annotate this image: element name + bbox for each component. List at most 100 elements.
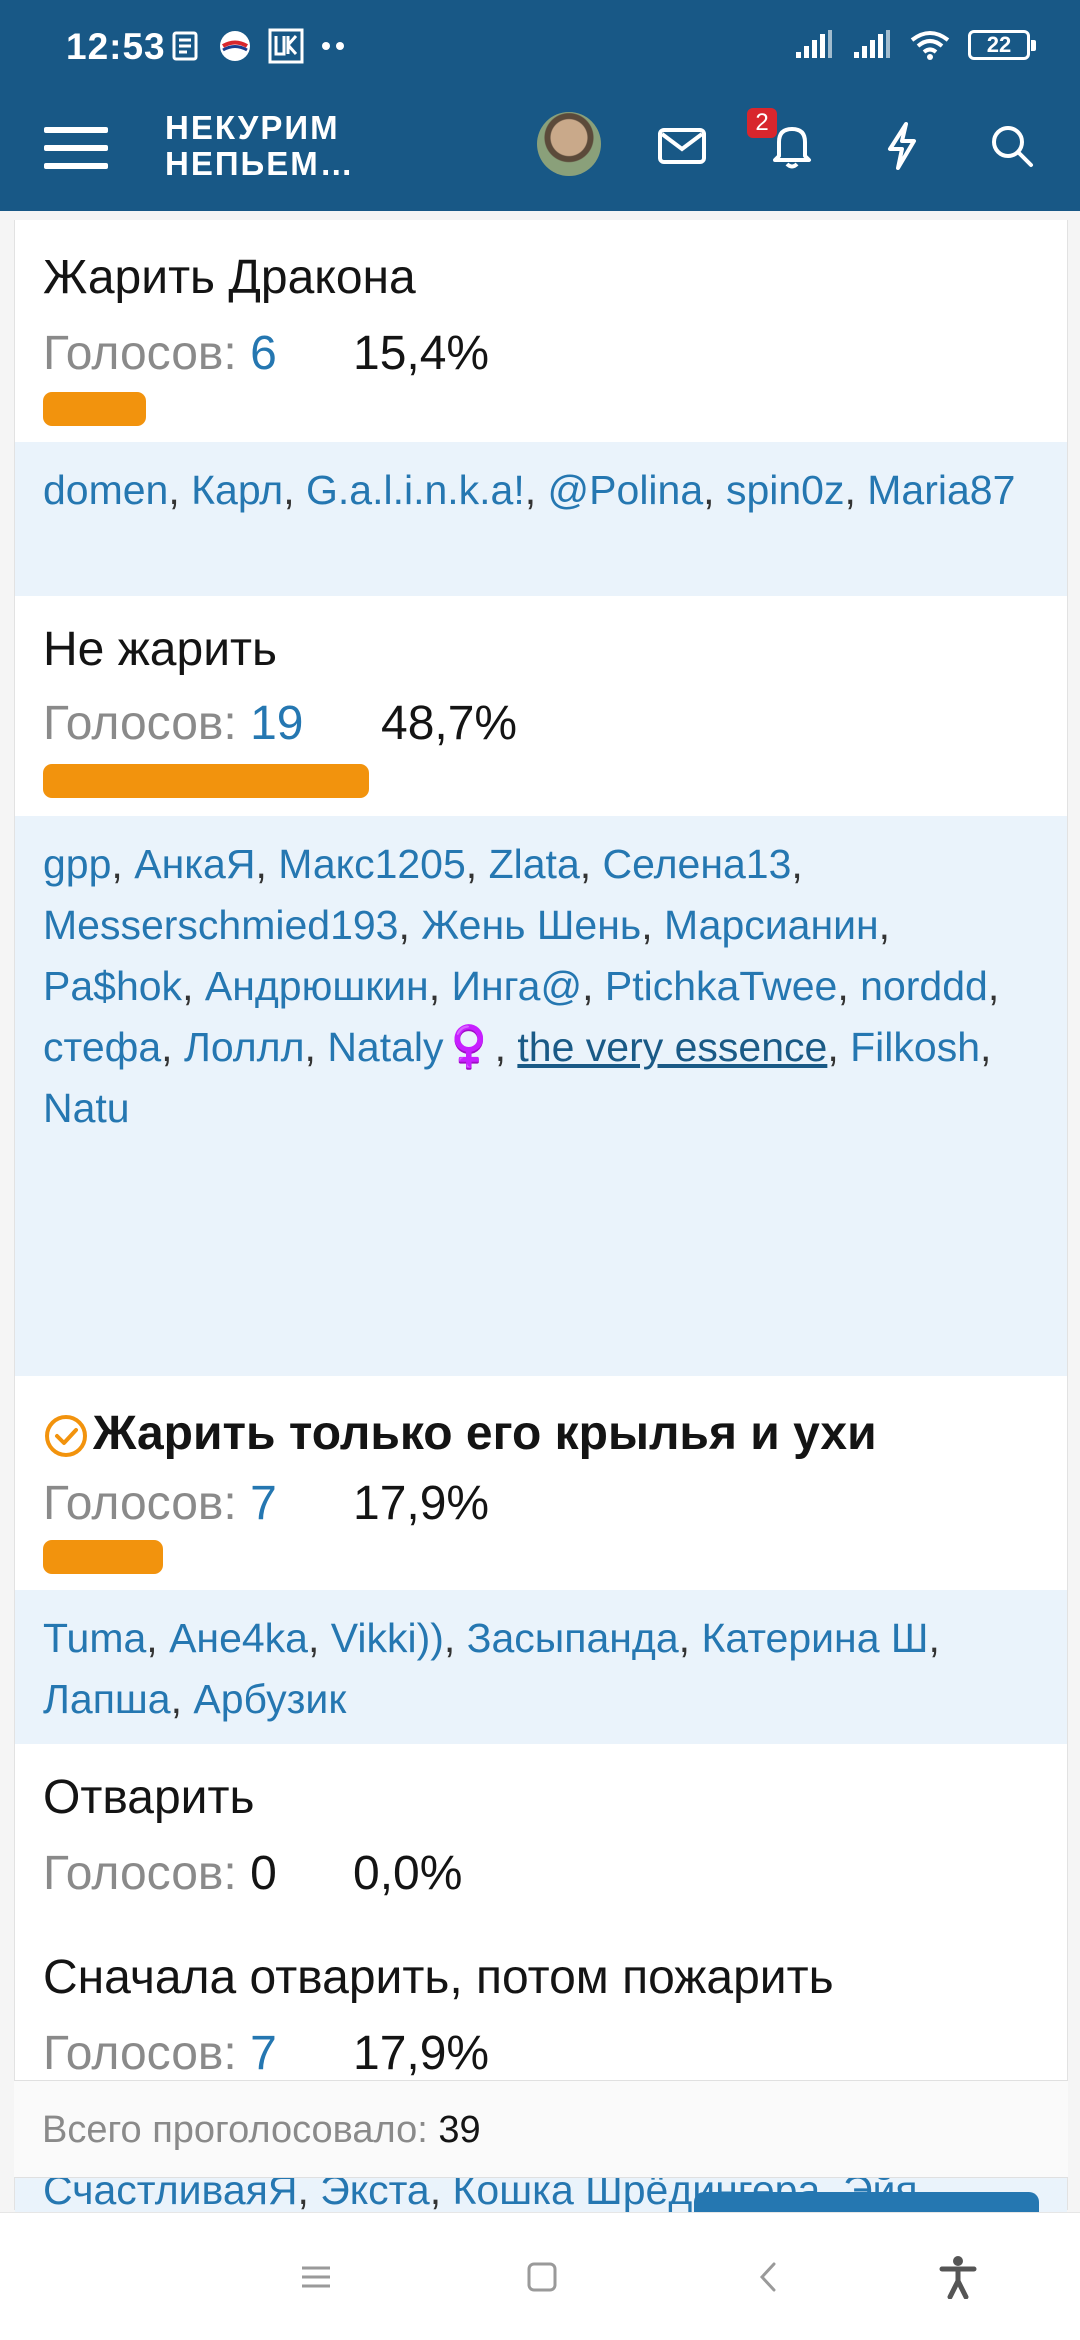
voter-separator: , <box>494 1024 518 1070</box>
voter-separator: , <box>703 467 726 513</box>
voter-link[interactable]: Ане4ka <box>169 1615 308 1661</box>
voter-separator: , <box>837 963 861 1009</box>
votes-label: Голосов: <box>43 2027 237 2080</box>
poll-option-votes: Голосов: 6 15,4% <box>43 326 489 381</box>
poll-option-title: Жарить Дракона <box>43 251 416 304</box>
voter-link[interactable]: Tuma <box>43 1615 146 1661</box>
poll-option-title-text: Жарить только его крылья и ухи <box>93 1407 877 1460</box>
voter-separator: , <box>678 1615 702 1661</box>
voter-link[interactable]: Filkosh <box>850 1024 980 1070</box>
votes-count-link[interactable]: 19 <box>250 697 303 750</box>
system-navigation-bar <box>0 2212 1080 2340</box>
hamburger-menu-icon[interactable] <box>44 116 108 180</box>
poll-option-votes: Голосов: 19 48,7% <box>43 696 517 751</box>
voter-link[interactable]: Zlata <box>489 841 580 887</box>
voter-link[interactable]: Maria87 <box>867 467 1015 513</box>
votes-count-link[interactable]: 7 <box>250 2027 277 2080</box>
forum-app-icon <box>268 28 304 64</box>
votes-percent: 48,7% <box>381 697 518 750</box>
notification-count-badge: 2 <box>747 108 777 138</box>
lightning-icon[interactable] <box>874 118 930 174</box>
site-logo-line-1: НЕКУРИМ <box>165 109 340 146</box>
votes-count-link[interactable]: 6 <box>250 327 277 380</box>
voter-link[interactable]: G.a.l.i.n.k.a! <box>306 467 525 513</box>
app-logo-icon <box>220 31 250 61</box>
voter-separator: , <box>928 1615 940 1661</box>
poll-results: Жарить Дракона Голосов: 6 15,4% domen, К… <box>14 220 1068 2302</box>
votes-label: Голосов: <box>43 327 237 380</box>
voter-link[interactable]: spin0z <box>726 467 845 513</box>
voter-link[interactable]: Засыпанда <box>467 1615 679 1661</box>
voter-link[interactable]: Катерина Ш <box>701 1615 928 1661</box>
voter-link[interactable]: Инга@ <box>452 963 583 1009</box>
battery-indicator: 22 <box>968 30 1036 60</box>
voter-link[interactable]: стефа <box>43 1024 161 1070</box>
status-bar: 12:53 22 <box>0 0 1080 96</box>
voters-list: gpp, АнкаЯ, Макс1205, Zlata, Селена13, M… <box>15 816 1067 1376</box>
vote-share-bar <box>43 764 369 798</box>
poll-option-votes: Голосов: 0 0,0% <box>43 1846 462 1901</box>
voter-link[interactable]: АнкаЯ <box>134 841 255 887</box>
voter-link[interactable]: Messerschmied193 <box>43 902 399 948</box>
voter-link[interactable]: Марсианин <box>664 902 879 948</box>
voter-separator: , <box>465 841 489 887</box>
votes-percent: 0,0% <box>353 1847 463 1900</box>
voter-separator: , <box>161 1024 184 1070</box>
voter-separator: , <box>524 467 548 513</box>
voter-link[interactable]: Селена13 <box>603 841 792 887</box>
votes-count-link[interactable]: 7 <box>250 1477 277 1530</box>
voter-link[interactable]: gpp <box>43 841 111 887</box>
voter-separator: , <box>791 841 803 887</box>
voter-link[interactable]: Vikki)) <box>331 1615 444 1661</box>
voter-separator: , <box>168 467 192 513</box>
check-circle-icon <box>45 1415 87 1458</box>
voter-link[interactable]: Лоллл <box>184 1024 305 1070</box>
recent-apps-icon[interactable] <box>288 2249 344 2305</box>
votes-percent: 15,4% <box>353 327 490 380</box>
voter-separator: , <box>443 1615 467 1661</box>
home-icon[interactable] <box>514 2249 570 2305</box>
votes-count: 0 <box>250 1847 277 1900</box>
user-avatar[interactable] <box>537 112 601 176</box>
vote-share-bar <box>43 1540 163 1574</box>
votes-label: Голосов: <box>43 1477 237 1530</box>
voter-link[interactable]: @Polina <box>548 467 704 513</box>
voter-link[interactable]: Лапша <box>43 1676 171 1722</box>
voter-link[interactable]: Макс1205 <box>278 841 466 887</box>
voter-link[interactable]: PtichkaTwee <box>605 963 837 1009</box>
search-icon[interactable] <box>984 118 1040 174</box>
votes-percent: 17,9% <box>353 2027 490 2080</box>
voter-link[interactable]: the very essence <box>517 1024 827 1070</box>
voter-separator: , <box>582 963 605 1009</box>
poll-option-votes: Голосов: 7 17,9% <box>43 1476 489 1531</box>
accessibility-icon[interactable] <box>930 2249 986 2305</box>
voter-link[interactable]: Nataly♀️ <box>327 1024 494 1070</box>
poll-option-votes: Голосов: 7 17,9% <box>43 2026 489 2081</box>
voter-separator: , <box>827 1024 851 1070</box>
voter-separator: , <box>255 841 279 887</box>
voter-link[interactable]: Natu <box>43 1085 130 1131</box>
voter-link[interactable]: Арбузик <box>193 1676 346 1722</box>
mail-icon[interactable] <box>654 118 710 174</box>
poll-option-title: Отварить <box>43 1771 255 1824</box>
back-icon[interactable] <box>740 2249 796 2305</box>
voter-separator: , <box>987 963 1000 1009</box>
signal-icon <box>796 30 832 58</box>
voter-link[interactable]: Андрюшкин <box>205 963 429 1009</box>
poll-total-label: Всего проголосовало: <box>42 2109 428 2151</box>
poll-option-title: Сначала отварить, потом пожарить <box>43 1951 834 2004</box>
voter-link[interactable]: norddd <box>860 963 988 1009</box>
site-logo-line-2: НЕПЬЕМ… <box>165 145 355 182</box>
site-logo[interactable]: НЕКУРИМ НЕПЬЕМ… <box>165 110 355 182</box>
voter-separator: , <box>182 963 205 1009</box>
voter-link[interactable]: Жень Шень <box>421 902 641 948</box>
news-icon <box>172 31 198 61</box>
status-time: 12:53 <box>66 26 166 67</box>
voters-list: domen, Карл, G.a.l.i.n.k.a!, @Polina, sp… <box>15 442 1067 596</box>
status-system-icons: 22 <box>794 30 1036 60</box>
voter-link[interactable]: Карл <box>191 467 283 513</box>
voter-link[interactable]: Pa$hok <box>43 963 182 1009</box>
voter-separator: , <box>980 1024 992 1070</box>
voter-link[interactable]: domen <box>43 467 168 513</box>
voter-separator: , <box>283 467 306 513</box>
